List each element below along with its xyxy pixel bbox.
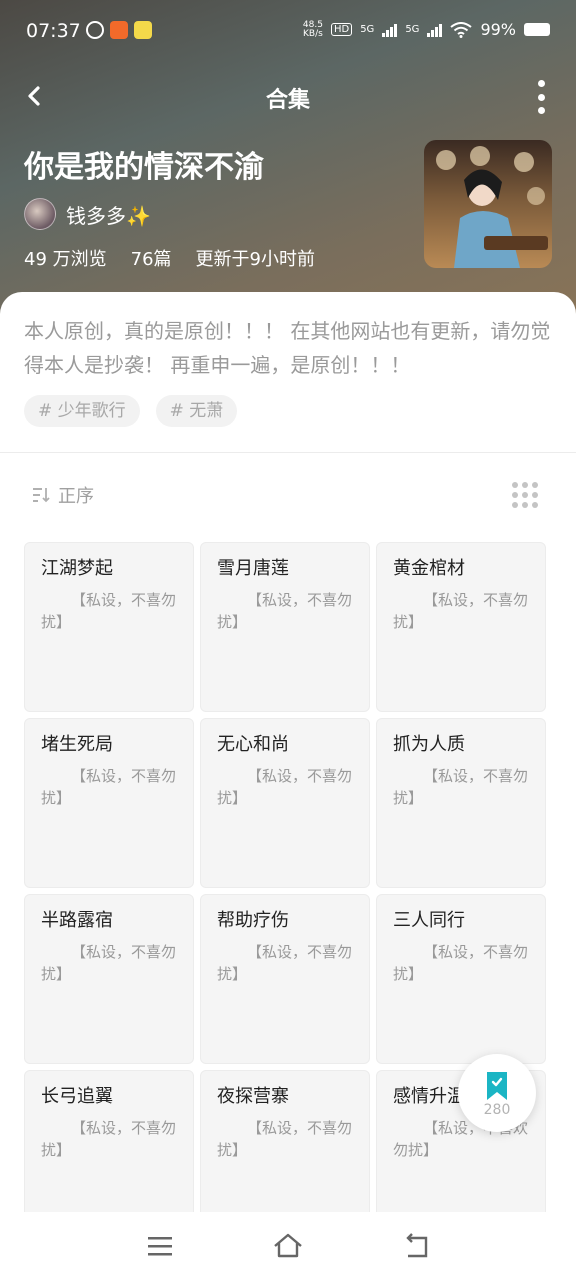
tag-chip[interactable]: # 少年歌行 bbox=[24, 395, 140, 427]
network-type-1: 5G bbox=[360, 24, 375, 35]
page-title: 合集 bbox=[265, 88, 310, 113]
signal-icon bbox=[427, 23, 443, 37]
status-indicators: 48.5 KB/s HD 5G 5G 99% bbox=[303, 20, 550, 39]
update-time: 更新于9小时前 bbox=[195, 249, 315, 270]
network-type-2: 5G bbox=[405, 24, 420, 35]
system-nav-bar bbox=[0, 1212, 576, 1280]
sort-label[interactable]: 正序 bbox=[58, 482, 94, 508]
collection-title: 你是我的情深不渝 bbox=[24, 150, 264, 185]
collection-cover-image[interactable] bbox=[424, 140, 552, 268]
author-name[interactable]: 钱多多✨ bbox=[66, 200, 151, 229]
chapter-card[interactable]: 帮助疗伤 【私设，不喜勿扰】 bbox=[200, 894, 370, 1064]
sort-icon bbox=[33, 488, 50, 503]
grid-view-icon[interactable] bbox=[512, 482, 538, 508]
author-row[interactable]: 钱多多✨ bbox=[24, 198, 151, 230]
battery-percent: 99% bbox=[480, 20, 516, 39]
chapter-grid: 江湖梦起 【私设，不喜勿扰】 雪月唐莲 【私设，不喜勿扰】 黄金棺材 【私设，不喜勿扰… bbox=[24, 542, 546, 1240]
more-options-button[interactable] bbox=[534, 80, 548, 114]
sort-toggle[interactable]: 正序 bbox=[32, 482, 94, 508]
chapter-card[interactable]: 抓为人质 【私设，不喜勿扰】 bbox=[376, 718, 546, 888]
divider bbox=[0, 452, 576, 453]
bookmark-count: 280 bbox=[483, 1102, 511, 1118]
author-avatar[interactable] bbox=[24, 198, 56, 230]
home-button[interactable] bbox=[272, 1230, 304, 1262]
speed-app-icon bbox=[86, 21, 104, 39]
status-bar: 07:37 48.5 KB/s HD 5G 5G 99% bbox=[0, 0, 576, 62]
menu-button[interactable] bbox=[144, 1230, 176, 1262]
chapter-card[interactable]: 堵生死局 【私设，不喜勿扰】 bbox=[24, 718, 194, 888]
chapter-card[interactable]: 半路露宿 【私设，不喜勿扰】 bbox=[24, 894, 194, 1064]
chapter-card[interactable]: 雪月唐莲 【私设，不喜勿扰】 bbox=[200, 542, 370, 712]
emoji-app-icon bbox=[134, 21, 152, 39]
top-bar: 合集 bbox=[0, 70, 576, 122]
return-icon bbox=[406, 1233, 428, 1258]
back-nav-button[interactable] bbox=[400, 1230, 432, 1262]
hd-icon: HD bbox=[330, 23, 353, 36]
chapter-count: 76篇 bbox=[130, 249, 172, 270]
chapter-card[interactable]: 江湖梦起 【私设，不喜勿扰】 bbox=[24, 542, 194, 712]
collection-description: 本人原创，真的是原创！！！ 在其他网站也有更新，请勿觉得本人是抄袭！ 再重申一遍… bbox=[24, 319, 551, 377]
chapter-card[interactable]: 黄金棺材 【私设，不喜勿扰】 bbox=[376, 542, 546, 712]
bookmark-icon bbox=[487, 1072, 507, 1100]
wifi-icon bbox=[450, 21, 473, 38]
tag-chip[interactable]: # 无萧 bbox=[155, 395, 238, 427]
collection-stats: 49 万浏览 76篇 更新于9小时前 bbox=[24, 245, 315, 271]
home-icon bbox=[274, 1233, 302, 1258]
status-time: 07:37 bbox=[26, 20, 81, 42]
menu-icon bbox=[148, 1237, 172, 1256]
chapter-card[interactable]: 三人同行 【私设，不喜勿扰】 bbox=[376, 894, 546, 1064]
chapter-card[interactable]: 无心和尚 【私设，不喜勿扰】 bbox=[200, 718, 370, 888]
network-speed: 48.5 KB/s bbox=[302, 19, 323, 39]
video-app-icon bbox=[110, 21, 128, 39]
signal-icon bbox=[382, 23, 398, 37]
bookmark-button[interactable]: 280 bbox=[458, 1054, 536, 1132]
view-count: 49 万浏览 bbox=[24, 249, 107, 270]
tag-list: # 少年歌行 # 无萧 bbox=[24, 395, 238, 427]
battery-icon bbox=[524, 23, 550, 36]
